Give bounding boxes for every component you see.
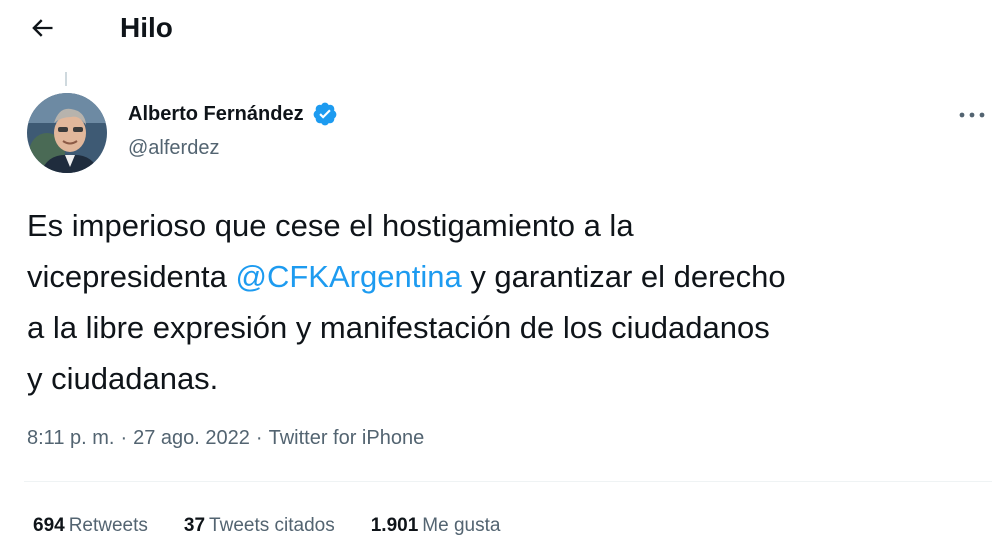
- stat-count: 37: [183, 515, 206, 536]
- tweet-line: Es imperioso que cese el hostigamiento a…: [27, 208, 634, 243]
- tweet-line: vicepresidenta @CFKArgentina y garantiza…: [27, 251, 977, 302]
- separator-dot: ·: [120, 427, 128, 449]
- tweet-time[interactable]: 8:11 p. m.: [27, 427, 114, 449]
- verified-badge-icon: [313, 102, 336, 126]
- tweet-line: y ciudadanas.: [27, 361, 219, 396]
- tweet-text-fragment: y garantizar el derecho: [461, 259, 786, 294]
- tweet-text-fragment: vicepresidenta: [27, 259, 236, 294]
- tweet-line: a la libre expresión y manifestación de …: [27, 310, 770, 345]
- back-button[interactable]: [24, 10, 60, 46]
- stat-label: Tweets citados: [209, 515, 335, 536]
- more-horizontal-icon: [959, 112, 985, 118]
- stat-label: Me gusta: [422, 515, 501, 536]
- author-handle[interactable]: @alferdez: [128, 134, 219, 162]
- likes-stat[interactable]: 1.901 Me gusta: [371, 513, 501, 539]
- stat-count: 694: [33, 515, 65, 536]
- page-title: Hilo: [120, 12, 173, 43]
- tweet-metadata: 8:11 p. m. · 27 ago. 2022 · Twitter for iPho…: [27, 424, 424, 452]
- quote-tweets-stat[interactable]: 37 Tweets citados: [184, 513, 335, 539]
- thread-connector-line: [65, 72, 67, 86]
- divider: [24, 481, 992, 482]
- avatar[interactable]: [27, 93, 107, 173]
- author-name[interactable]: Alberto Fernández: [128, 100, 338, 128]
- more-options-button[interactable]: [950, 100, 992, 130]
- stat-label: Retweets: [68, 515, 148, 536]
- retweets-stat[interactable]: 694 Retweets: [33, 513, 148, 539]
- arrow-left-icon: [32, 19, 53, 37]
- separator-dot: ·: [255, 427, 263, 449]
- tweet-stats: 694 Retweets 37 Tweets citados 1.901 Me gus…: [33, 513, 536, 539]
- tweet-text: Es imperioso que cese el hostigamiento a…: [27, 200, 977, 404]
- stat-count: 1.901: [370, 515, 419, 536]
- header: Hilo: [0, 0, 992, 56]
- tweet-date[interactable]: 27 ago. 2022: [133, 427, 250, 449]
- tweet-source[interactable]: Twitter for iPhone: [269, 427, 425, 449]
- author-name-label: Alberto Fernández: [128, 103, 304, 125]
- mention-link[interactable]: @CFKArgentina: [236, 259, 462, 294]
